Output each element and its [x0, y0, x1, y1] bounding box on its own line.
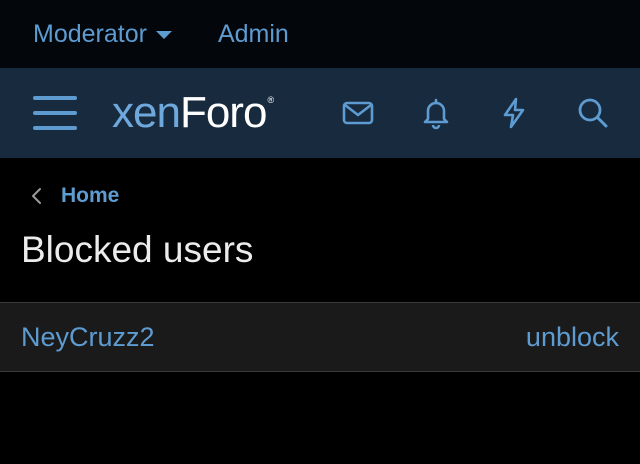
envelope-icon[interactable] [341, 96, 375, 130]
search-icon[interactable] [576, 96, 610, 130]
lightning-icon[interactable] [497, 96, 531, 130]
navbar: xen Foro ® [0, 68, 640, 158]
caret-down-icon [155, 31, 172, 39]
menu-icon[interactable] [33, 95, 77, 131]
chevron-left-icon[interactable] [27, 186, 47, 206]
site-logo[interactable]: xen Foro ® [112, 86, 274, 140]
admin-link[interactable]: Admin [218, 20, 289, 49]
breadcrumb: Home [0, 158, 640, 234]
logo-xen-text: xen [112, 88, 181, 137]
admin-label: Admin [217, 19, 289, 48]
moderator-label: Moderator [33, 19, 147, 48]
list-item: NeyCruzz2 unblock [0, 303, 640, 371]
breadcrumb-home-link[interactable]: Home [61, 184, 119, 208]
staff-bar: Moderator Admin [0, 0, 640, 68]
logo-registered-mark: ® [267, 95, 274, 105]
logo-foro-text: Foro [179, 88, 267, 137]
unblock-button[interactable]: unblock [526, 322, 619, 353]
bell-icon[interactable] [419, 96, 453, 130]
page-title: Blocked users [21, 229, 254, 270]
blocked-users-list: NeyCruzz2 unblock [0, 302, 640, 372]
blocked-username-link[interactable]: NeyCruzz2 [21, 322, 155, 353]
moderator-menu[interactable]: Moderator [33, 20, 172, 49]
